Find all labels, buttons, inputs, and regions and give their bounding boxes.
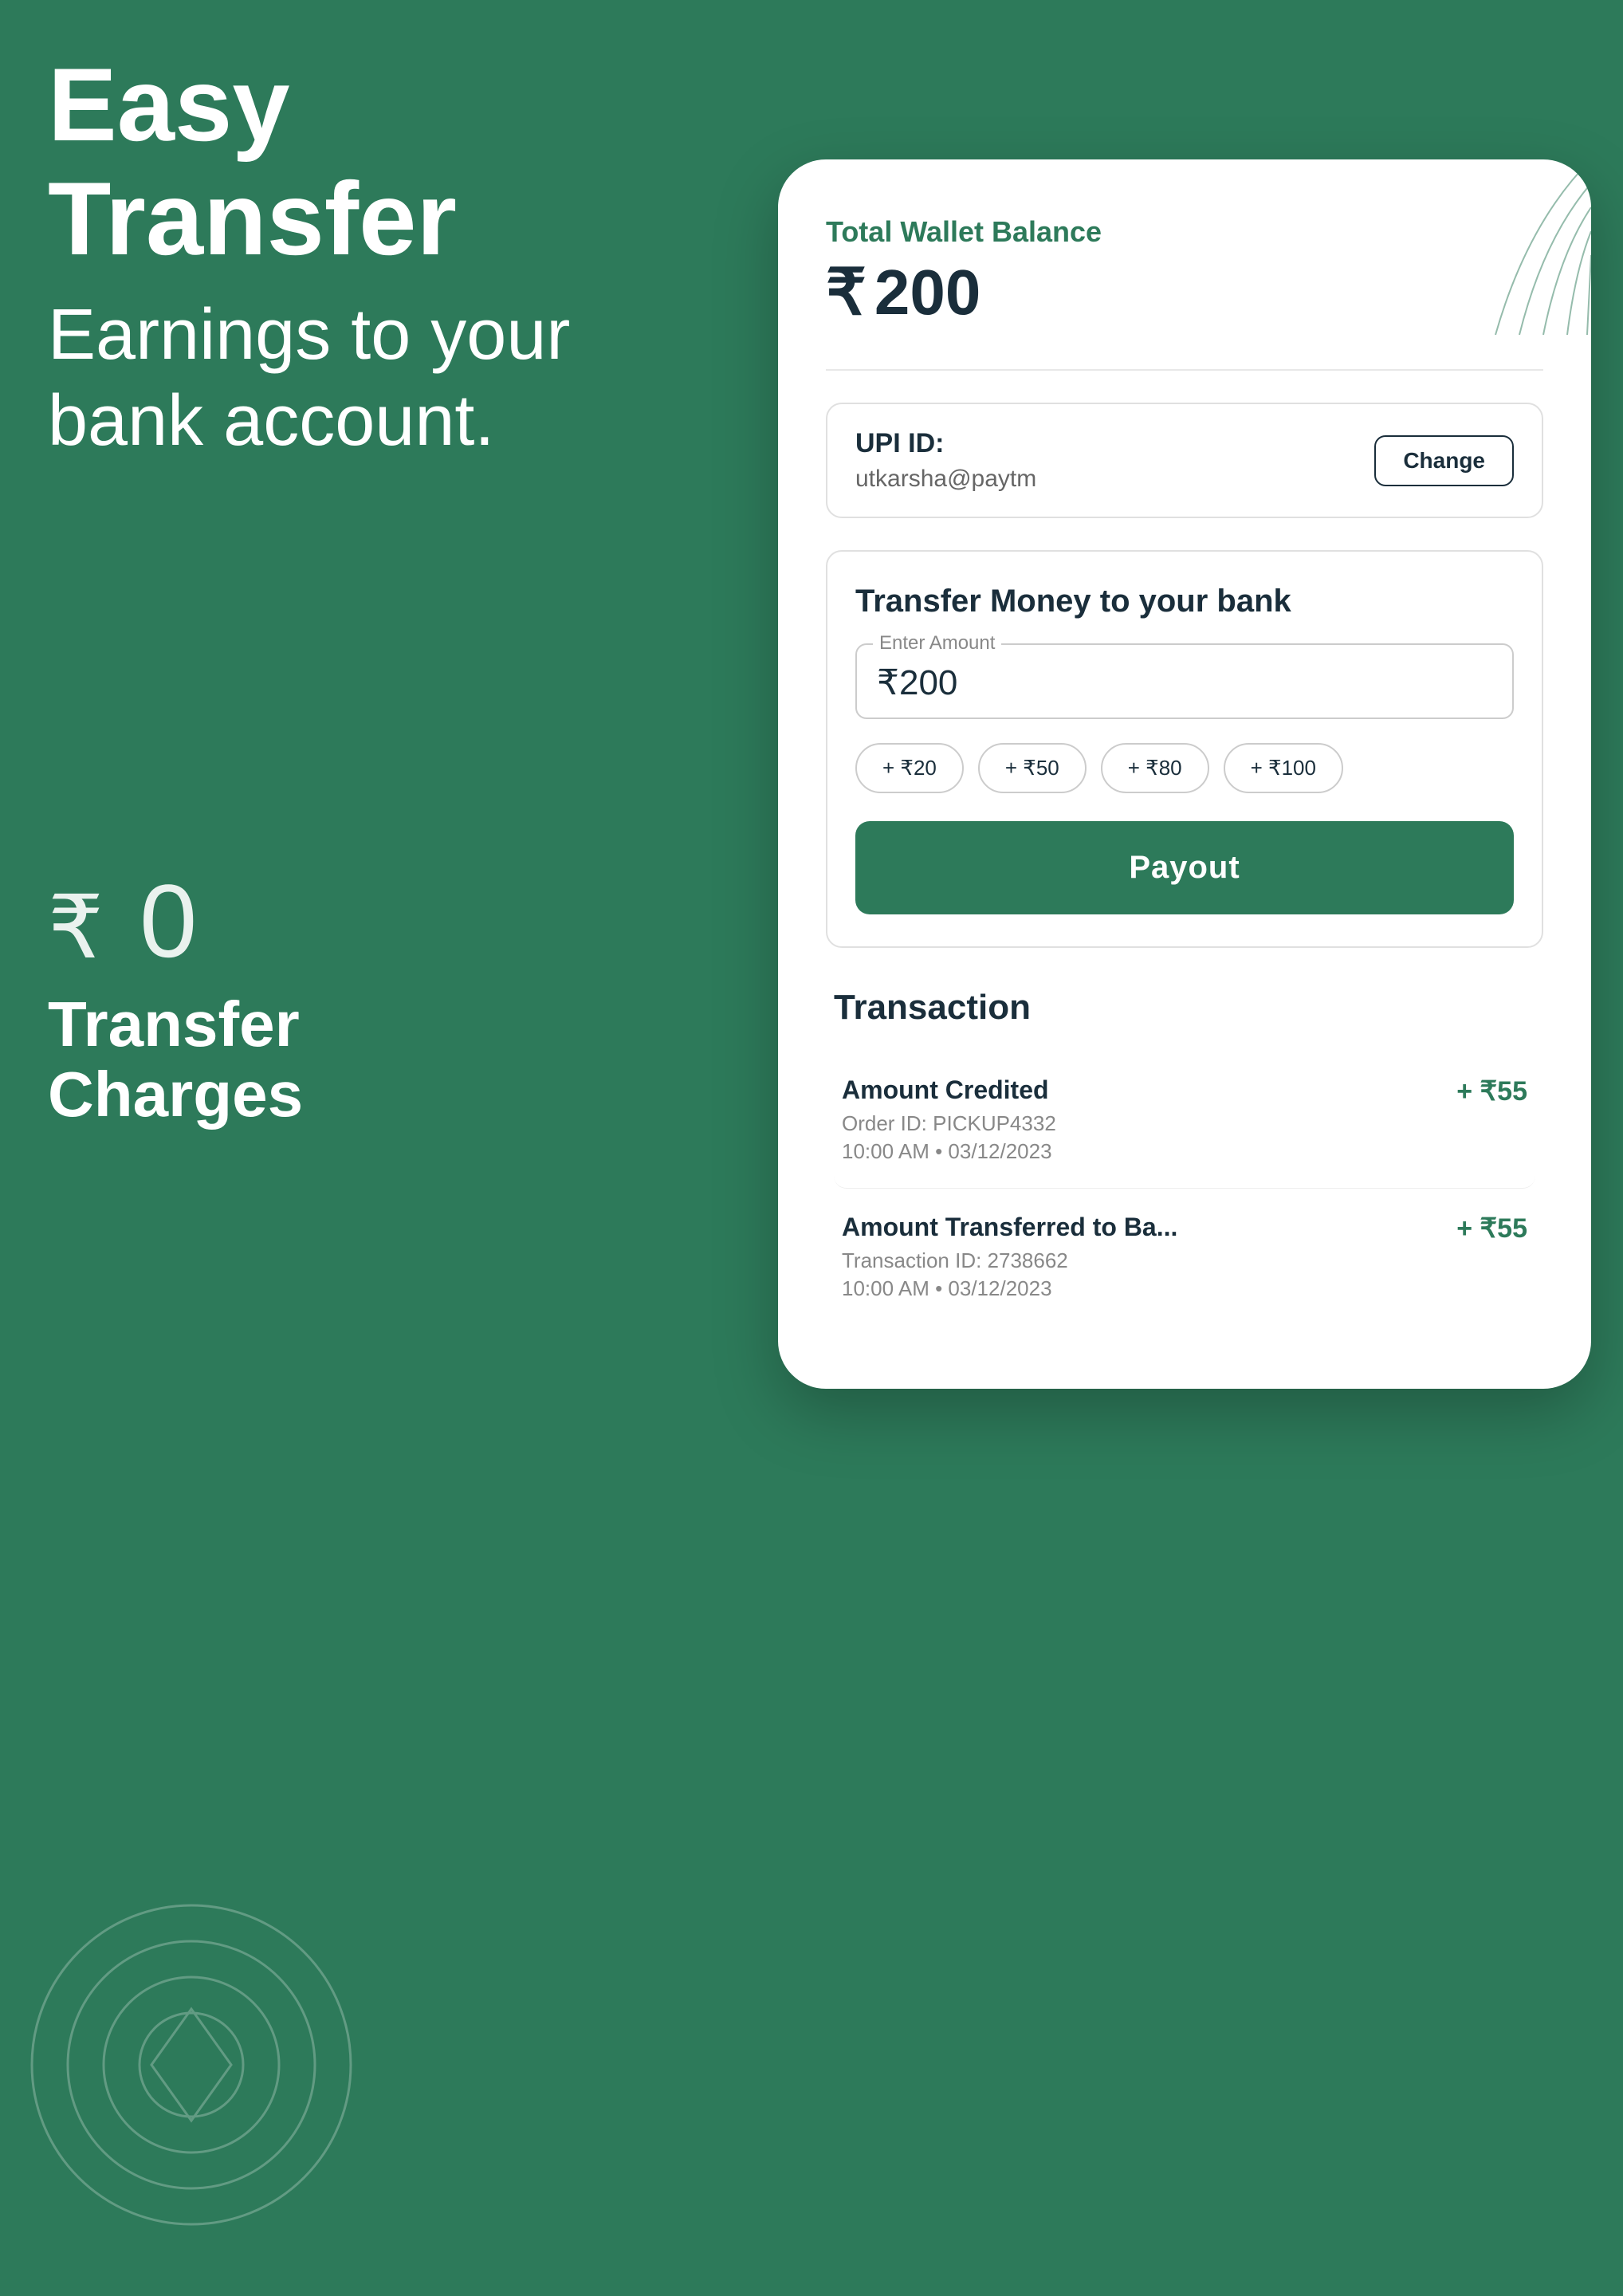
- transaction-item-2: Amount Transferred to Ba... Transaction …: [834, 1189, 1535, 1325]
- subtitle-line2: bank account.: [48, 381, 494, 461]
- payout-button[interactable]: Payout: [855, 821, 1514, 914]
- quick-amounts: + ₹20 + ₹50 + ₹80 + ₹100: [855, 743, 1514, 793]
- txn-amount-2: + ₹55: [1456, 1213, 1527, 1244]
- transfer-card: Transfer Money to your bank Enter Amount…: [826, 550, 1543, 948]
- amount-input-value[interactable]: ₹200: [877, 662, 1492, 703]
- subtitle: Earnings to your bank account.: [48, 292, 606, 464]
- transfer-charges-label: Transfer Charges: [48, 989, 303, 1130]
- txn-time-1: 10:00 AM • 03/12/2023: [842, 1139, 1056, 1164]
- zero-digit: 0: [140, 869, 197, 973]
- txn-title-1: Amount Credited: [842, 1075, 1056, 1105]
- upi-card: UPI ID: utkarsha@paytm Change: [826, 403, 1543, 518]
- left-content: Easy Transfer Earnings to your bank acco…: [48, 48, 606, 528]
- quick-amount-100[interactable]: + ₹100: [1224, 743, 1343, 793]
- wallet-section: Total Wallet Balance ₹ 200: [826, 215, 1543, 329]
- quick-amount-80[interactable]: + ₹80: [1101, 743, 1209, 793]
- main-title: Easy Transfer: [48, 48, 606, 276]
- phone-card: Total Wallet Balance ₹ 200 UPI ID: utkar…: [778, 159, 1591, 1389]
- transaction-title: Transaction: [834, 988, 1535, 1028]
- upi-id-label: UPI ID:: [855, 428, 1036, 459]
- transaction-item-1: Amount Credited Order ID: PICKUP4332 10:…: [834, 1052, 1535, 1189]
- quick-amount-50[interactable]: + ₹50: [978, 743, 1087, 793]
- txn-left-2: Amount Transferred to Ba... Transaction …: [842, 1213, 1177, 1301]
- txn-subtitle-2: Transaction ID: 2738662: [842, 1248, 1177, 1273]
- quick-amount-20[interactable]: + ₹20: [855, 743, 964, 793]
- wallet-label: Total Wallet Balance: [826, 215, 1543, 249]
- txn-time-2: 10:00 AM • 03/12/2023: [842, 1276, 1177, 1301]
- transfer-title: Transfer Money to your bank: [855, 584, 1514, 619]
- amount-input-label: Enter Amount: [873, 632, 1001, 655]
- subtitle-line1: Earnings to your: [48, 295, 570, 375]
- divider-1: [826, 369, 1543, 371]
- zero-charges-section: ₹ 0 Transfer Charges: [48, 861, 303, 1130]
- zero-charges-amount: ₹ 0: [48, 861, 303, 981]
- wallet-amount-value: 200: [874, 256, 980, 329]
- txn-title-2: Amount Transferred to Ba...: [842, 1213, 1177, 1242]
- wallet-currency-symbol: ₹: [826, 255, 867, 329]
- amount-input-wrapper[interactable]: Enter Amount ₹200: [855, 643, 1514, 719]
- txn-amount-1: + ₹55: [1456, 1075, 1527, 1107]
- wallet-amount: ₹ 200: [826, 255, 1543, 329]
- rupee-zero-symbol: ₹: [48, 861, 136, 981]
- transaction-section: Transaction Amount Credited Order ID: PI…: [826, 988, 1543, 1325]
- change-upi-button[interactable]: Change: [1374, 435, 1514, 486]
- txn-subtitle-1: Order ID: PICKUP4332: [842, 1111, 1056, 1136]
- svg-text:₹: ₹: [48, 879, 104, 977]
- txn-left-1: Amount Credited Order ID: PICKUP4332 10:…: [842, 1075, 1056, 1164]
- upi-id-value: utkarsha@paytm: [855, 466, 1036, 493]
- background-decoration: [24, 1897, 359, 2232]
- upi-info: UPI ID: utkarsha@paytm: [855, 428, 1036, 493]
